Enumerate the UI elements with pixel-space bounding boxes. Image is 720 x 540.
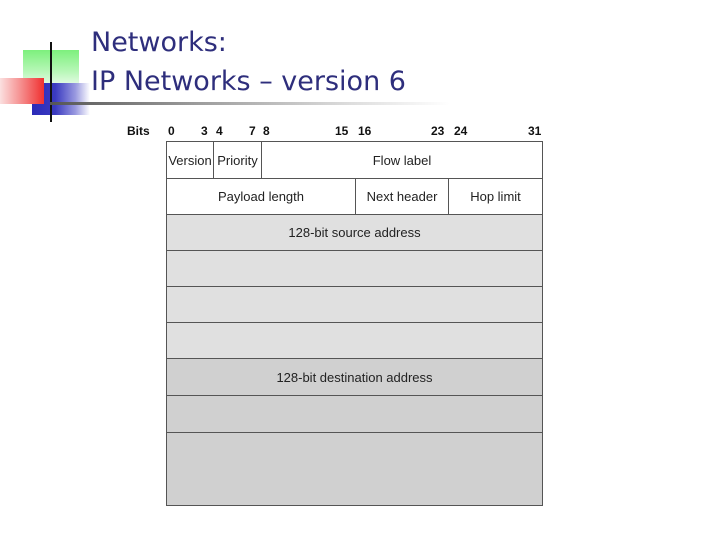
source-address-word bbox=[166, 286, 543, 323]
field-hop-limit: Hop limit bbox=[448, 178, 543, 215]
bit-mark: 16 bbox=[358, 124, 372, 138]
destination-address-word bbox=[166, 432, 543, 506]
field-flow-label: Flow label bbox=[261, 141, 543, 179]
source-address-word bbox=[166, 322, 543, 359]
bit-mark: 3 bbox=[201, 124, 208, 138]
bit-mark: 24 bbox=[454, 124, 468, 138]
bit-mark: 23 bbox=[431, 124, 445, 138]
field-destination-address: 128-bit destination address bbox=[166, 358, 543, 396]
bit-mark: 31 bbox=[528, 124, 542, 138]
field-priority: Priority bbox=[213, 141, 262, 179]
bit-mark: 8 bbox=[263, 124, 270, 138]
slide-title: Networks: bbox=[91, 27, 227, 58]
field-source-address: 128-bit source address bbox=[166, 214, 543, 251]
bit-ruler-label: Bits bbox=[127, 124, 150, 138]
title-underline bbox=[50, 102, 450, 105]
bit-mark: 4 bbox=[216, 124, 223, 138]
bit-mark: 7 bbox=[249, 124, 256, 138]
slide-logo-decoration bbox=[0, 0, 100, 130]
destination-address-word bbox=[166, 395, 543, 433]
field-version: Version bbox=[166, 141, 214, 179]
bit-mark: 15 bbox=[335, 124, 349, 138]
bit-mark: 0 bbox=[168, 124, 175, 138]
ipv6-header-diagram: Version Priority Flow label Payload leng… bbox=[166, 141, 543, 506]
source-address-word bbox=[166, 250, 543, 287]
logo-red-square bbox=[0, 78, 44, 104]
logo-vertical-line bbox=[50, 42, 52, 122]
slide-subtitle: IP Networks – version 6 bbox=[91, 66, 406, 97]
field-next-header: Next header bbox=[355, 178, 449, 215]
field-payload-length: Payload length bbox=[166, 178, 356, 215]
